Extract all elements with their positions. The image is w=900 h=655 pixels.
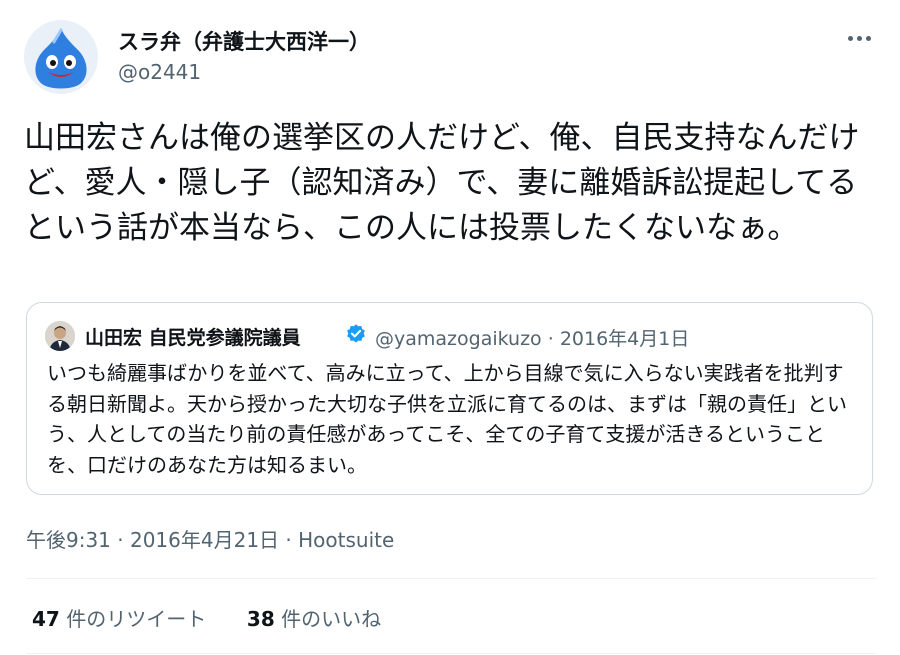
quoted-author-name[interactable]: 山田宏 自民党参議院議員 (85, 323, 301, 350)
quoted-tweet-text: いつも綺麗事ばかりを並べて、高みに立って、上から目線で気に入らない実践者を批判す… (47, 361, 847, 477)
divider (26, 653, 876, 654)
tweet-text: 山田宏さんは俺の選挙区の人だけど、俺、自民支持なんだけど、愛人・隠し子（認知済み… (24, 120, 860, 246)
quoted-author-avatar[interactable] (45, 321, 75, 351)
more-dot-icon (866, 36, 871, 41)
slime-mascot-icon (35, 28, 87, 89)
quoted-tweet-card[interactable]: 山田宏 自民党参議院議員 @yamazogaikuzo · 2016年4月1日 … (26, 302, 873, 495)
retweets-stat[interactable]: 47 件のリツイート (32, 607, 206, 631)
more-dot-icon (848, 36, 853, 41)
author-avatar[interactable] (24, 20, 98, 94)
author-handle[interactable]: @o2441 (118, 60, 201, 84)
quoted-date: 2016年4月1日 (559, 328, 690, 350)
likes-count: 38 (246, 607, 275, 631)
likes-label: 件のいいね (274, 607, 382, 631)
retweets-label: 件のリツイート (59, 607, 207, 631)
person-photo-icon (45, 321, 75, 351)
retweets-count: 47 (32, 607, 60, 631)
likes-stat[interactable]: 38 件のいいね (247, 607, 381, 631)
engagement-stats: 47 件のリツイート 38 件のいいね (32, 603, 381, 632)
divider (26, 578, 876, 579)
more-dot-icon (857, 36, 862, 41)
quoted-handle: @yamazogaikuzo (375, 328, 542, 350)
author-display-name[interactable]: スラ弁（弁護士大西洋一） (118, 26, 370, 56)
verified-badge-icon (347, 324, 365, 343)
more-options-button[interactable] (842, 26, 876, 50)
meta-separator: · (547, 328, 554, 350)
quoted-handle-date[interactable]: @yamazogaikuzo · 2016年4月1日 (375, 324, 689, 351)
tweet-timestamp[interactable]: 午後9:31 · 2016年4月21日 · Hootsuite (26, 524, 394, 553)
